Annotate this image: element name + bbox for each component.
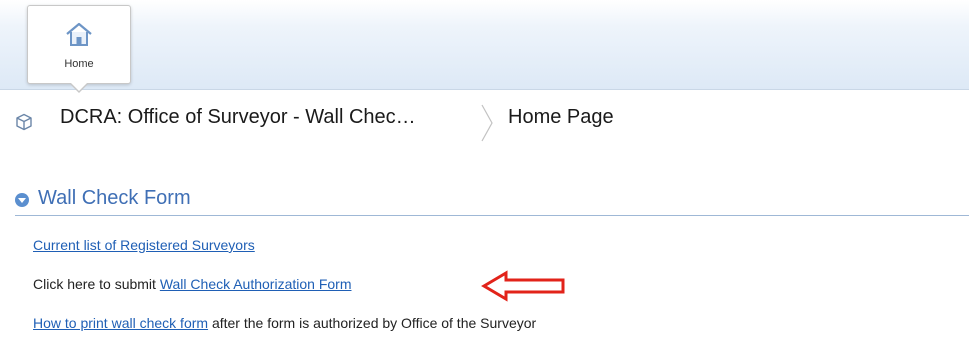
submit-line: Click here to submit Wall Check Authoriz… [33,276,352,292]
home-icon [66,22,92,46]
app-title[interactable]: DCRA: Office of Surveyor - Wall Chec… [60,106,416,129]
cube-icon [16,113,32,131]
breadcrumb-separator-icon [481,104,493,142]
authorization-form-link[interactable]: Wall Check Authorization Form [160,276,352,292]
home-button[interactable]: Home [27,5,131,93]
breadcrumb: DCRA: Office of Surveyor - Wall Chec… Ho… [0,95,969,145]
section-header: Wall Check Form [15,187,969,216]
print-line: How to print wall check form after the f… [33,315,536,331]
print-form-link[interactable]: How to print wall check form [33,315,208,331]
top-ribbon: Home [0,0,969,93]
home-label: Home [64,58,94,70]
page-title: Home Page [508,106,614,128]
collapse-toggle-icon[interactable] [15,193,29,207]
submit-prefix-text: Click here to submit [33,276,160,292]
red-arrow-annotation [481,270,565,302]
section-title[interactable]: Wall Check Form [38,187,191,210]
surveyors-line: Current list of Registered Surveyors [33,237,255,253]
print-suffix-text: after the form is authorized by Office o… [208,315,537,331]
registered-surveyors-link[interactable]: Current list of Registered Surveyors [33,237,255,253]
tile-pointer [71,83,87,91]
